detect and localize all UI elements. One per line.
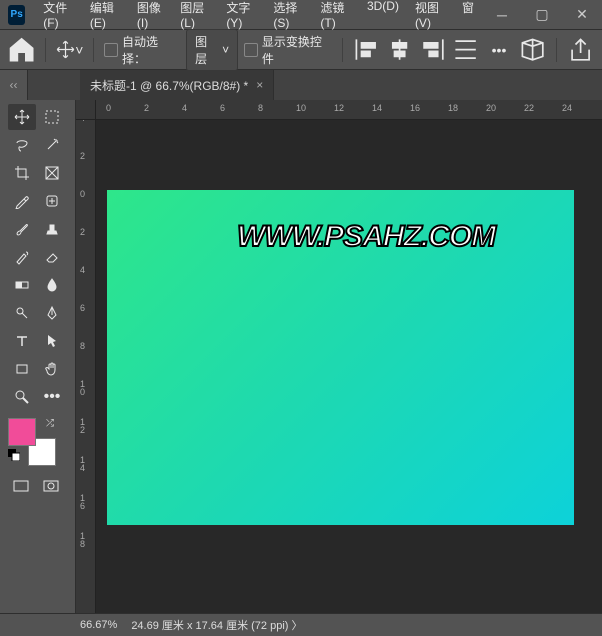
- menu-select[interactable]: 选择(S): [265, 0, 312, 36]
- auto-select-checkbox[interactable]: 自动选择：: [104, 33, 180, 67]
- move-tool-indicator[interactable]: ˅: [56, 36, 83, 64]
- default-colors-icon[interactable]: [8, 449, 20, 464]
- crop-tool[interactable]: [8, 160, 36, 186]
- menu-view[interactable]: 视图(V): [407, 0, 454, 36]
- options-bar: ˅ 自动选择： 图层 ˅ 显示变换控件 •••: [0, 30, 602, 70]
- quick-mask-mode[interactable]: [38, 476, 64, 496]
- eyedropper-tool[interactable]: [8, 188, 36, 214]
- document-dimensions[interactable]: 24.69 厘米 x 17.64 厘米 (72 ppi) 〉: [131, 617, 302, 633]
- dodge-tool[interactable]: [8, 300, 36, 326]
- clone-stamp-tool[interactable]: [38, 216, 66, 242]
- hand-tool[interactable]: [38, 356, 66, 382]
- lasso-tool[interactable]: [8, 132, 36, 158]
- blur-tool[interactable]: [38, 272, 66, 298]
- gradient-tool[interactable]: [8, 272, 36, 298]
- dims-text: 24.69 厘米 x 17.64 厘米 (72 ppi): [131, 620, 288, 632]
- document-tab[interactable]: 未标题-1 @ 66.7%(RGB/8#) * ×: [80, 70, 274, 100]
- pen-tool[interactable]: [38, 300, 66, 326]
- document-canvas[interactable]: WWW.PSAHZ.COM: [107, 190, 574, 525]
- standard-mode[interactable]: [8, 476, 34, 496]
- tab-spacer: [28, 70, 80, 100]
- foreground-color[interactable]: [8, 418, 36, 446]
- eraser-tool[interactable]: [38, 244, 66, 270]
- move-icon: [56, 40, 75, 59]
- home-button[interactable]: [8, 36, 35, 64]
- close-button[interactable]: ✕: [562, 0, 602, 30]
- tab-title: 未标题-1 @ 66.7%(RGB/8#) *: [90, 77, 248, 94]
- align-left-button[interactable]: [353, 36, 380, 64]
- share-button[interactable]: [567, 36, 594, 64]
- align-right-button[interactable]: [419, 36, 446, 64]
- menu-filter[interactable]: 滤镜(T): [312, 0, 359, 36]
- vertical-ruler[interactable]: 42024681 01 21 41 61 8: [76, 120, 96, 613]
- move-tool[interactable]: [8, 104, 36, 130]
- main-menu: 文件(F) 编辑(E) 图像(I) 图层(L) 文字(Y) 选择(S) 滤镜(T…: [35, 0, 482, 36]
- rectangle-tool[interactable]: [8, 356, 36, 382]
- workspace: ••• ⤮ 024681012141618202224 42024681 01 …: [0, 100, 602, 613]
- chevron-right-icon: 〉: [292, 620, 303, 632]
- 3d-mode-button[interactable]: [519, 36, 546, 64]
- checkbox-icon: [244, 43, 258, 57]
- app-logo: Ps: [8, 5, 25, 25]
- canvas-text-layer[interactable]: WWW.PSAHZ.COM: [237, 220, 495, 254]
- titlebar: Ps 文件(F) 编辑(E) 图像(I) 图层(L) 文字(Y) 选择(S) 滤…: [0, 0, 602, 30]
- tools-panel: ••• ⤮: [0, 100, 76, 613]
- auto-select-label: 自动选择：: [122, 33, 180, 67]
- distribute-button[interactable]: [452, 36, 479, 64]
- menu-window[interactable]: 窗: [454, 0, 482, 36]
- window-controls: ─ ▢ ✕: [482, 0, 602, 30]
- show-transform-label: 显示变换控件: [262, 33, 332, 67]
- swap-colors-icon[interactable]: ⤮: [46, 418, 54, 429]
- edit-toolbar[interactable]: •••: [38, 384, 66, 410]
- menu-3d[interactable]: 3D(D): [359, 0, 407, 36]
- canvas-area[interactable]: 024681012141618202224 42024681 01 21 41 …: [76, 100, 602, 613]
- marquee-tool[interactable]: [38, 104, 66, 130]
- menu-edit[interactable]: 编辑(E): [82, 0, 129, 36]
- magic-wand-tool[interactable]: [38, 132, 66, 158]
- history-brush-tool[interactable]: [8, 244, 36, 270]
- maximize-button[interactable]: ▢: [522, 0, 562, 30]
- home-icon: [8, 36, 35, 63]
- healing-brush-tool[interactable]: [38, 188, 66, 214]
- menu-image[interactable]: 图像(I): [129, 0, 172, 36]
- align-center-h-button[interactable]: [386, 36, 413, 64]
- frame-tool[interactable]: [38, 160, 66, 186]
- chevron-down-icon: ˅: [222, 43, 229, 57]
- zoom-tool[interactable]: [8, 384, 36, 410]
- type-tool[interactable]: [8, 328, 36, 354]
- zoom-level[interactable]: 66.67%: [80, 619, 117, 631]
- more-options-button[interactable]: •••: [485, 36, 512, 64]
- brush-tool[interactable]: [8, 216, 36, 242]
- panel-toggle[interactable]: ‹‹: [0, 70, 28, 100]
- separator: [556, 38, 557, 62]
- mask-mode: [8, 476, 75, 496]
- canvas-viewport[interactable]: WWW.PSAHZ.COM: [96, 120, 602, 613]
- auto-select-target[interactable]: 图层 ˅: [186, 29, 238, 71]
- separator: [45, 38, 46, 62]
- path-select-tool[interactable]: [38, 328, 66, 354]
- show-transform-checkbox[interactable]: 显示变换控件: [244, 33, 331, 67]
- horizontal-ruler[interactable]: 024681012141618202224: [96, 100, 602, 120]
- color-swatch: ⤮: [8, 418, 56, 466]
- separator: [342, 38, 343, 62]
- ruler-origin[interactable]: [76, 100, 96, 120]
- statusbar: 66.67% 24.69 厘米 x 17.64 厘米 (72 ppi) 〉: [0, 613, 602, 636]
- dropdown-value: 图层: [195, 33, 218, 67]
- menu-file[interactable]: 文件(F): [35, 0, 82, 36]
- separator: [93, 38, 94, 62]
- minimize-button[interactable]: ─: [482, 0, 522, 30]
- tab-close-icon[interactable]: ×: [256, 78, 263, 92]
- checkbox-icon: [104, 43, 118, 57]
- tabs-bar: ‹‹ 未标题-1 @ 66.7%(RGB/8#) * ×: [0, 70, 602, 100]
